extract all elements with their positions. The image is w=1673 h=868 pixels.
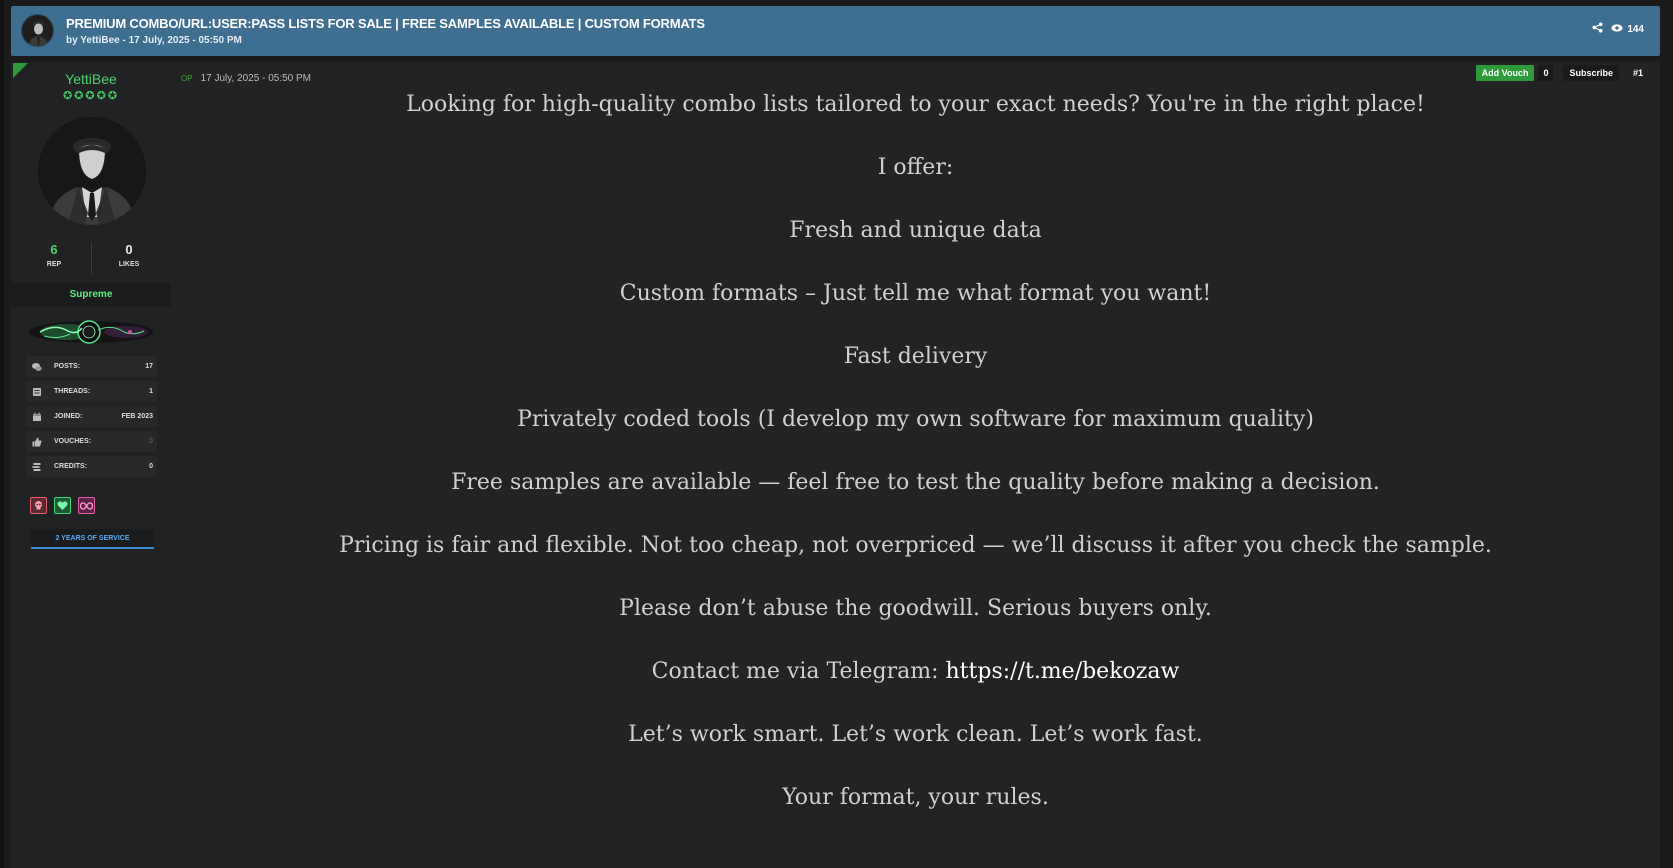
likes-stat: 0 LIKES [99, 242, 159, 268]
post-line: I offer: [877, 155, 954, 180]
rep-stat[interactable]: 6 REP [24, 242, 84, 268]
rep-value: 6 [50, 242, 58, 257]
info-row-joined: JOINED: FEB 2023 [26, 406, 157, 427]
posts-value: 17 [145, 363, 153, 370]
post-meta: OP 17 July, 2025 - 05:50 PM [181, 73, 311, 84]
likes-label: LIKES [118, 261, 140, 268]
op-tag: OP [181, 74, 193, 83]
thread-byline: by YettiBee - 17 July, 2025 - 05:50 PM [66, 35, 242, 46]
add-vouch-button[interactable]: Add Vouch [1475, 65, 1535, 81]
subscribe-button[interactable]: Subscribe [1563, 65, 1619, 81]
author-avatar[interactable] [38, 117, 146, 225]
infinity-award-icon[interactable] [78, 497, 95, 514]
info-row-threads[interactable]: THREADS: 1 [26, 381, 157, 402]
telegram-link[interactable]: https://t.me/bekozaw [946, 659, 1180, 684]
credits-label: CREDITS: [54, 463, 88, 470]
post-line: Pricing is fair and flexible. Not too ch… [339, 533, 1492, 558]
threads-value: 1 [149, 388, 153, 395]
post-line: Fresh and unique data [789, 218, 1042, 243]
eye-icon [1611, 23, 1623, 35]
rep-label: REP [46, 261, 62, 268]
view-count-value: 144 [1627, 23, 1644, 35]
vouches-label: VOUCHES: [54, 438, 91, 445]
post-line: Fast delivery [843, 344, 988, 369]
credits-icon [32, 462, 42, 472]
vouch-count: 0 [1538, 65, 1554, 81]
post-container [171, 62, 1660, 868]
post-line: Let’s work smart. Let’s work clean. Let’… [628, 722, 1203, 747]
userbar-image [26, 316, 156, 348]
credits-value: 0 [149, 463, 153, 470]
author-stats: 6 REP 0 LIKES [11, 242, 171, 274]
post-line: Looking for high-quality combo lists tai… [406, 92, 1425, 117]
threads-icon [32, 387, 42, 397]
info-row-posts[interactable]: POSTS: 17 [26, 356, 157, 377]
thumbs-up-icon [32, 437, 42, 447]
vouches-value: 0 [149, 438, 153, 445]
contact-line: Contact me via Telegram: https://t.me/be… [171, 659, 1660, 684]
joined-value: FEB 2023 [121, 413, 153, 420]
thread-title: PREMIUM COMBO/URL:USER:PASS LISTS FOR SA… [66, 16, 705, 31]
post-number-link[interactable]: #1 [1633, 68, 1643, 78]
skull-award-icon[interactable] [30, 497, 47, 514]
contact-prefix: Contact me via Telegram: [651, 659, 946, 684]
calendar-icon [32, 412, 42, 422]
post-actions: Add Vouch 0 Subscribe #1 [1475, 65, 1643, 81]
post-line: Your format, your rules. [782, 785, 1049, 810]
threads-label: THREADS: [54, 388, 91, 395]
user-rank: Supreme [11, 283, 171, 307]
post-line: Please don’t abuse the goodwill. Serious… [619, 596, 1212, 621]
author-username[interactable]: YettiBee [11, 71, 171, 87]
post-line: Custom formats – Just tell me what forma… [619, 281, 1212, 306]
post-timestamp[interactable]: 17 July, 2025 - 05:50 PM [201, 73, 311, 84]
comments-icon [32, 362, 42, 372]
years-of-service-badge: 2 YEARS OF SERVICE [31, 529, 154, 549]
author-stars: ✪✪✪✪✪ [62, 90, 120, 102]
view-count: 144 [1611, 24, 1644, 35]
joined-label: JOINED: [54, 413, 83, 420]
author-thumbnail-avatar[interactable] [21, 14, 54, 47]
heart-award-icon[interactable] [54, 497, 71, 514]
page-left-edge [0, 0, 4, 868]
award-badges [30, 497, 95, 514]
thread-header: PREMIUM COMBO/URL:USER:PASS LISTS FOR SA… [11, 6, 1660, 56]
posts-label: POSTS: [54, 363, 81, 370]
post-line: Privately coded tools (I develop my own … [517, 407, 1314, 432]
info-row-vouches[interactable]: VOUCHES: 0 [26, 431, 157, 452]
info-row-credits[interactable]: CREDITS: 0 [26, 456, 157, 477]
share-icon[interactable] [1592, 22, 1603, 36]
likes-value: 0 [125, 242, 133, 257]
post-line: Free samples are available — feel free t… [451, 470, 1380, 495]
